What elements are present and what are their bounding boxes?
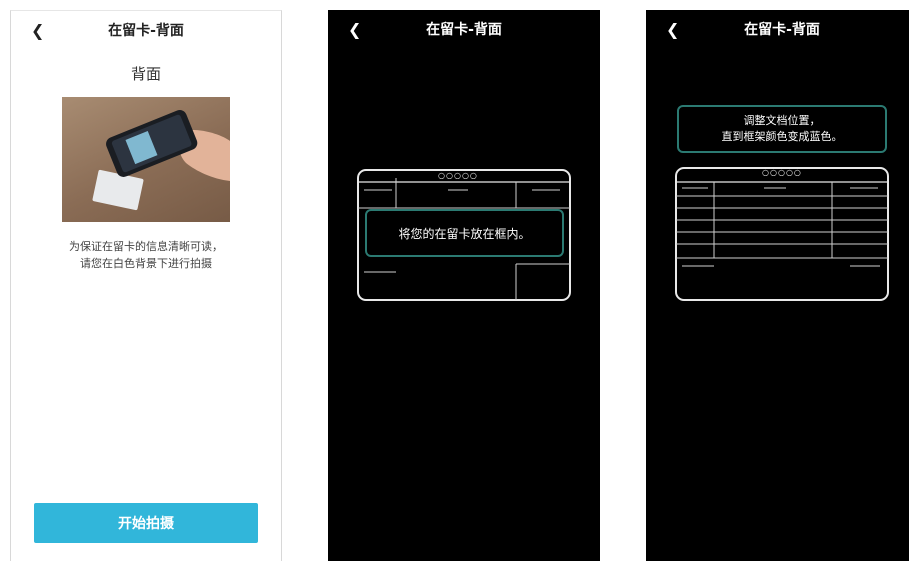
start-capture-button[interactable]: 开始拍摄: [34, 503, 258, 543]
screen-camera-guide: ❮ 在留卡-背面 ○○○○○ 将您的在留卡放在框内。: [328, 10, 600, 561]
page-title: 在留卡-背面: [426, 22, 502, 38]
screen-adjust-position: ❮ 在留卡-背面 调整文档位置， 直到框架颜色变成蓝色。 ○○○○○: [646, 10, 909, 561]
instruction-line-2: 请您在白色背景下进行拍摄: [80, 257, 212, 270]
header: ❮ 在留卡-背面: [328, 18, 600, 42]
frame-label: ○○○○○: [438, 171, 478, 180]
card-frame-outline: [675, 167, 889, 301]
section-subtitle: 背面: [130, 65, 161, 83]
phone-scanning-card-illustration: [92, 110, 230, 211]
header: ❮ 在留卡-背面: [11, 19, 281, 43]
page-title: 在留卡-背面: [108, 23, 184, 39]
guide-message: 将您的在留卡放在框内。: [365, 209, 564, 257]
screen-instructions: ❮ 在留卡-背面 背面 为保证在留卡的信息清晰可读， 请您在白色背景下进行拍摄 …: [10, 10, 282, 561]
example-photo: [62, 97, 230, 222]
instruction-text: 为保证在留卡的信息清晰可读， 请您在白色背景下进行拍摄: [27, 238, 265, 272]
page-title: 在留卡-背面: [744, 22, 820, 38]
frame-label: ○○○○○: [762, 168, 802, 177]
guide-message: 调整文档位置， 直到框架颜色变成蓝色。: [677, 105, 887, 153]
instruction-line-1: 为保证在留卡的信息清晰可读，: [69, 240, 223, 253]
guide-line-2: 直到框架颜色变成蓝色。: [721, 130, 843, 143]
header: ❮ 在留卡-背面: [646, 18, 909, 42]
guide-line-1: 调整文档位置，: [743, 114, 821, 127]
